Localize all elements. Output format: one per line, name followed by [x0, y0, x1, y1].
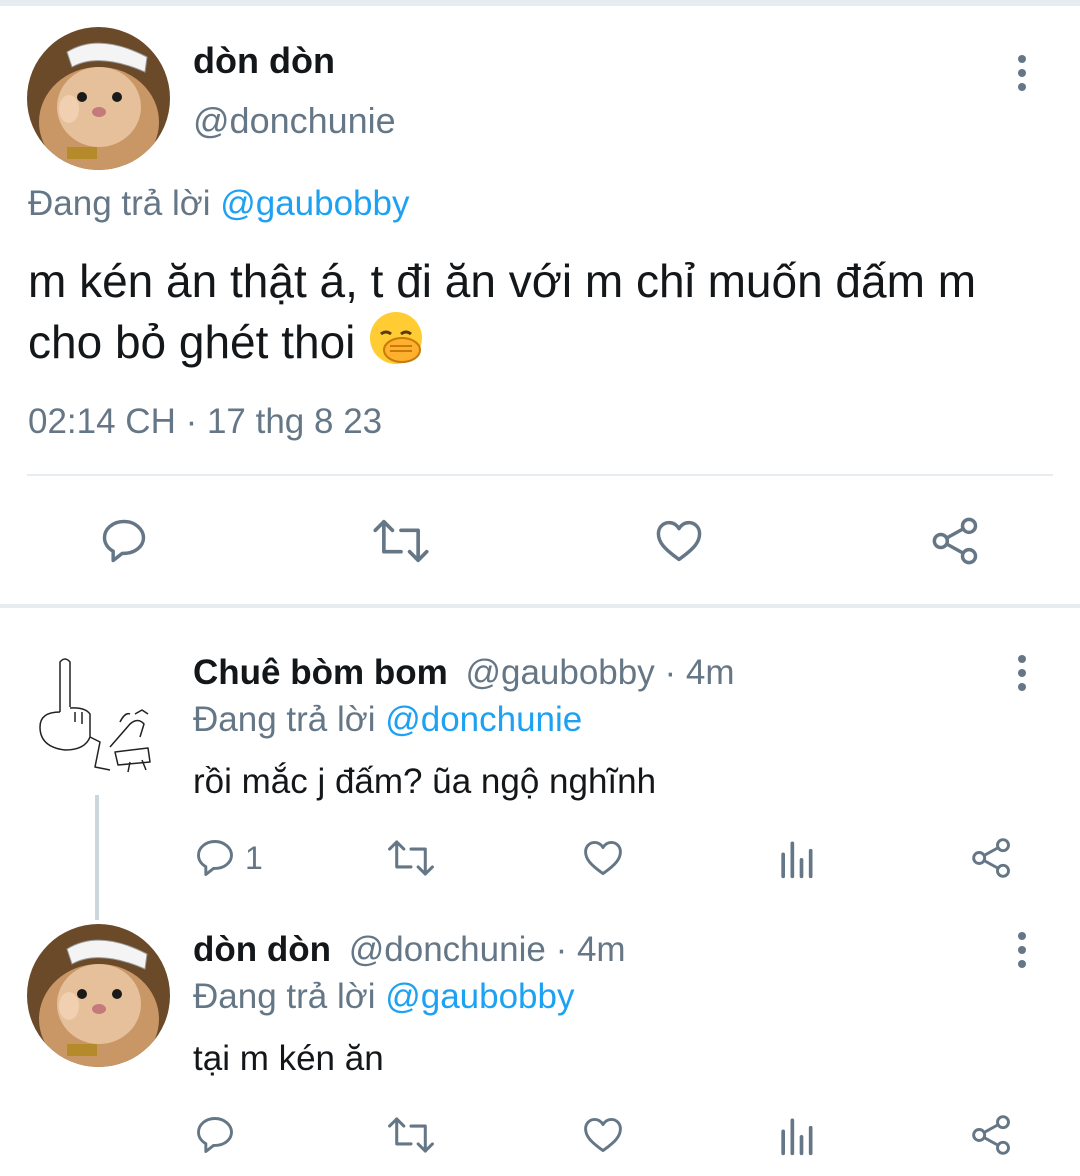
- handle[interactable]: @donchunie: [193, 100, 396, 142]
- reply-context: Đang trả lời @gaubobby: [193, 977, 575, 1017]
- like-icon[interactable]: [580, 1113, 626, 1157]
- reply-context: Đang trả lời @gaubobby: [28, 184, 410, 224]
- handle[interactable]: @gaubobby: [465, 653, 654, 692]
- reply-to-link[interactable]: @donchunie: [385, 700, 582, 739]
- divider: [27, 474, 1053, 476]
- avatar[interactable]: [30, 652, 170, 782]
- display-name[interactable]: dòn dòn: [193, 930, 331, 969]
- reply-to-link[interactable]: @gaubobby: [385, 977, 574, 1016]
- avatar[interactable]: [27, 27, 170, 170]
- tweet-text-line-2: cho bỏ ghét thoi: [28, 310, 1058, 379]
- section-divider: [0, 604, 1080, 608]
- top-border: [0, 0, 1080, 6]
- reply-icon: [193, 836, 237, 880]
- retweet-icon[interactable]: [371, 515, 431, 567]
- reply-context: Đang trả lời @donchunie: [193, 700, 582, 740]
- timestamp[interactable]: · 4m: [556, 930, 626, 969]
- reply-button[interactable]: 1: [193, 836, 263, 880]
- reply-count: 1: [245, 839, 263, 876]
- analytics-icon[interactable]: [776, 1113, 816, 1157]
- more-icon[interactable]: [1002, 53, 1042, 93]
- retweet-icon[interactable]: [386, 836, 436, 880]
- thread-connector: [95, 795, 99, 920]
- reply-icon[interactable]: [193, 1113, 237, 1157]
- avatar[interactable]: [27, 924, 170, 1067]
- reply-text: tại m kén ăn: [193, 1039, 384, 1078]
- share-icon[interactable]: [970, 836, 1014, 880]
- analytics-icon[interactable]: [776, 836, 816, 880]
- reply-text: rồi mắc j đấm? ũa ngộ nghĩnh: [193, 762, 657, 801]
- more-icon[interactable]: [1002, 653, 1042, 693]
- tweet-text-line: m kén ăn thật á, t đi ăn với m chỉ muốn …: [28, 255, 977, 307]
- share-icon[interactable]: [970, 1113, 1014, 1157]
- reply-icon[interactable]: [98, 515, 150, 567]
- reply-header: dòn dòn @donchunie · 4m: [193, 930, 626, 970]
- display-name[interactable]: Chuê bòm bom: [193, 653, 448, 692]
- tweet-timestamp[interactable]: 02:14 CH · 17 thg 8 23: [28, 402, 382, 442]
- like-icon[interactable]: [580, 836, 626, 880]
- reply-header: Chuê bòm bom @gaubobby · 4m: [193, 653, 734, 693]
- reply-prefix: Đang trả lời: [193, 977, 376, 1016]
- retweet-icon[interactable]: [386, 1113, 436, 1157]
- like-icon[interactable]: [652, 515, 706, 567]
- reply-prefix: Đang trả lời: [28, 184, 211, 223]
- display-name[interactable]: dòn dòn: [193, 40, 335, 82]
- timestamp[interactable]: · 4m: [664, 653, 734, 692]
- share-icon[interactable]: [930, 515, 982, 567]
- handle[interactable]: @donchunie: [349, 930, 546, 969]
- tweet-text: m kén ăn thật á, t đi ăn với m chỉ muốn …: [28, 252, 1058, 379]
- reply-prefix: Đang trả lời: [193, 700, 376, 739]
- yawning-face-icon: [368, 310, 424, 379]
- reply-to-link[interactable]: @gaubobby: [220, 184, 409, 223]
- more-icon[interactable]: [1002, 930, 1042, 970]
